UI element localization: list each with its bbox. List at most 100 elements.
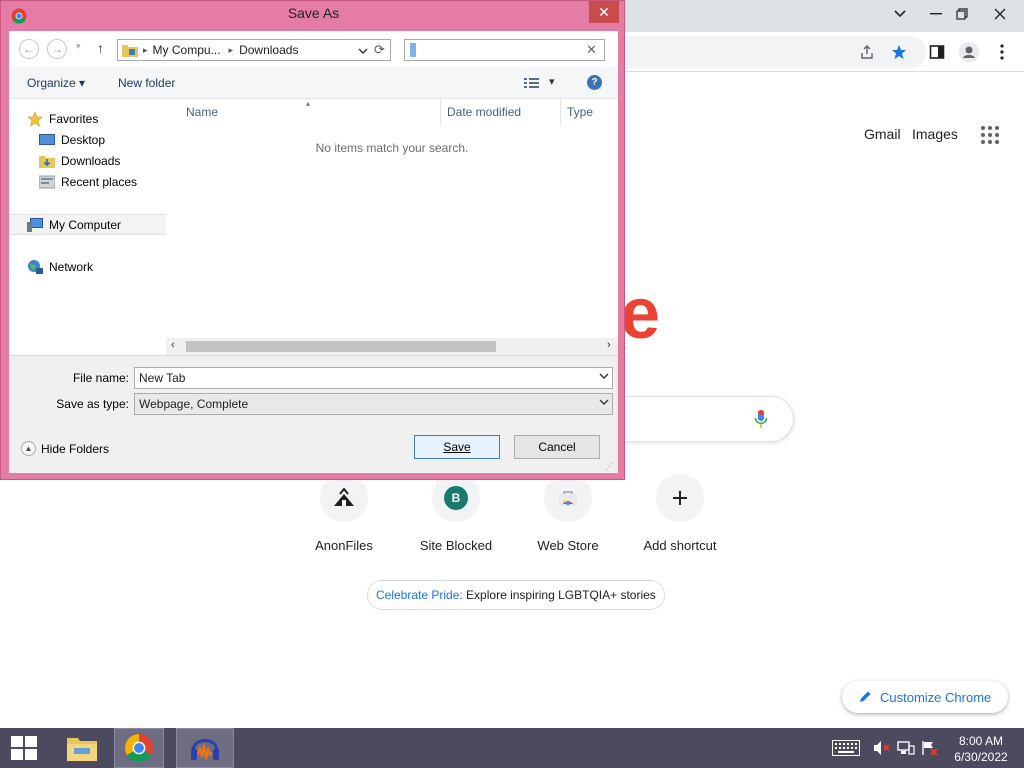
help-icon[interactable]: ? <box>587 75 602 90</box>
clock-date: 6/30/2022 <box>954 750 1008 764</box>
column-header-name[interactable]: Name <box>186 105 218 119</box>
file-explorer-taskbar-button[interactable] <box>58 728 106 768</box>
address-bar[interactable]: ▸ My Compu... ▸ Downloads <box>117 39 373 61</box>
pencil-icon <box>860 691 871 702</box>
address-segment-downloads[interactable]: Downloads <box>239 43 298 57</box>
column-divider[interactable] <box>560 99 561 125</box>
letter-b-icon: B <box>432 474 480 522</box>
address-segment-my-computer[interactable]: My Compu... <box>153 43 221 57</box>
pride-link[interactable]: Celebrate Pride: <box>376 588 463 602</box>
computer-icon <box>27 218 43 232</box>
star-icon <box>27 111 43 127</box>
horizontal-scrollbar[interactable]: ‹ › <box>166 338 618 355</box>
clear-search-icon[interactable]: ✕ <box>586 42 597 58</box>
downloads-folder-icon <box>39 156 55 168</box>
taskbar-clock[interactable]: 8:00 AM 6/30/2022 <box>948 733 1014 765</box>
view-dropdown[interactable]: ▾ <box>549 75 555 88</box>
column-divider[interactable] <box>440 99 441 125</box>
hide-folders-toggle[interactable]: ▲ Hide Folders <box>21 441 109 456</box>
file-name-label: File name: <box>72 371 129 385</box>
tree-item-recent-places[interactable]: Recent places <box>39 172 137 192</box>
restore-button[interactable] <box>944 0 980 28</box>
dialog-close-button[interactable]: ✕ <box>589 1 619 23</box>
save-as-type-label: Save as type: <box>56 397 129 411</box>
gmail-link[interactable]: Gmail <box>864 126 901 142</box>
file-explorer-icon <box>67 738 97 761</box>
tab-list-chevron-icon[interactable] <box>882 0 918 28</box>
audacity-taskbar-button[interactable] <box>176 728 234 768</box>
google-apps-icon[interactable] <box>981 126 999 144</box>
shortcut-label: Add shortcut <box>643 538 717 553</box>
view-options-icon[interactable] <box>524 77 540 92</box>
bookmark-star-icon[interactable] <box>888 41 910 63</box>
folder-location-icon <box>122 43 138 57</box>
images-link[interactable]: Images <box>912 126 958 142</box>
scroll-right-arrow-icon[interactable]: › <box>607 339 611 351</box>
start-button[interactable] <box>0 728 48 768</box>
volume-muted-icon[interactable] <box>872 738 892 758</box>
shortcut-add[interactable]: Add shortcut <box>624 474 736 553</box>
web-store-icon <box>544 474 592 522</box>
customize-chrome-button[interactable]: Customize Chrome <box>842 681 1008 713</box>
navigation-bar: ← → ▾ ↑ ▸ My Compu... ▸ Downloads ⟳ ✕ <box>9 31 618 67</box>
keyboard-icon[interactable] <box>832 738 860 758</box>
chrome-menu-icon[interactable] <box>991 41 1013 63</box>
address-separator: ▸ <box>228 44 234 55</box>
save-as-type-select[interactable]: Webpage, Complete <box>134 393 613 415</box>
refresh-icon[interactable]: ⟳ <box>369 39 391 61</box>
google-search-box[interactable] <box>600 396 794 442</box>
action-center-flag-icon[interactable] <box>920 738 940 758</box>
file-name-dropdown-icon[interactable] <box>599 371 609 383</box>
tree-item-desktop[interactable]: Desktop <box>39 130 105 150</box>
save-as-type-dropdown-icon[interactable] <box>599 397 609 409</box>
file-name-input[interactable]: New Tab <box>134 367 613 389</box>
back-button[interactable]: ← <box>19 39 39 59</box>
recent-places-icon <box>39 175 55 189</box>
forward-button[interactable]: → <box>47 39 67 59</box>
address-dropdown-icon[interactable] <box>358 44 368 58</box>
dialog-body: ← → ▾ ↑ ▸ My Compu... ▸ Downloads ⟳ ✕ Or… <box>9 31 618 473</box>
collapse-chevron-icon: ▲ <box>21 441 36 456</box>
audacity-icon <box>191 739 219 760</box>
cancel-button[interactable]: Cancel <box>514 435 600 459</box>
scrollbar-thumb[interactable] <box>186 341 496 352</box>
organize-menu[interactable]: Organize ▾ <box>27 76 85 90</box>
sort-ascending-icon: ▴ <box>306 99 311 108</box>
close-window-button[interactable] <box>982 0 1018 28</box>
tree-item-downloads[interactable]: Downloads <box>39 151 120 171</box>
voice-search-mic-icon[interactable] <box>754 409 768 434</box>
save-button-label: Save <box>443 440 471 454</box>
shortcut-anonfiles[interactable]: AnonFiles <box>288 474 400 553</box>
dialog-title: Save As <box>287 5 340 21</box>
share-icon[interactable] <box>856 41 878 63</box>
shortcut-site-blocked[interactable]: B Site Blocked <box>400 474 512 553</box>
text-cursor <box>410 43 416 57</box>
taskbar <box>0 728 1024 768</box>
new-folder-button[interactable]: New folder <box>118 76 175 90</box>
save-button[interactable]: Save <box>414 435 500 459</box>
search-downloads-input[interactable]: ✕ <box>404 39 605 61</box>
hide-folders-label: Hide Folders <box>41 441 110 456</box>
shortcut-label: Web Store <box>537 538 599 553</box>
desktop-icon <box>39 134 55 145</box>
up-button[interactable]: ↑ <box>97 40 104 56</box>
pride-text: Explore inspiring LGBTQIA+ stories <box>462 588 656 602</box>
network-status-icon[interactable] <box>896 738 916 758</box>
scroll-left-arrow-icon[interactable]: ‹ <box>171 339 175 351</box>
profile-avatar-icon[interactable] <box>958 41 980 63</box>
resize-grip-icon[interactable]: ⋰ <box>605 461 614 472</box>
column-header-type[interactable]: Type <box>567 105 593 119</box>
recent-locations-dropdown[interactable]: ▾ <box>76 41 81 52</box>
pride-promo[interactable]: Celebrate Pride: Explore inspiring LGBTQ… <box>367 580 665 610</box>
shortcut-web-store[interactable]: Web Store <box>512 474 624 553</box>
chrome-taskbar-button[interactable] <box>114 728 164 768</box>
tree-item-my-computer[interactable]: My Computer <box>27 215 121 235</box>
customize-label: Customize Chrome <box>880 689 992 705</box>
address-separator: ▸ <box>143 44 148 55</box>
side-panel-icon[interactable] <box>926 41 948 63</box>
omnibox[interactable] <box>600 36 926 68</box>
tree-item-favorites[interactable]: Favorites <box>27 109 98 129</box>
command-bar: Organize ▾ New folder ▾ ? <box>9 67 618 99</box>
tree-item-network[interactable]: Network <box>27 257 93 277</box>
column-header-date-modified[interactable]: Date modified <box>447 105 521 119</box>
